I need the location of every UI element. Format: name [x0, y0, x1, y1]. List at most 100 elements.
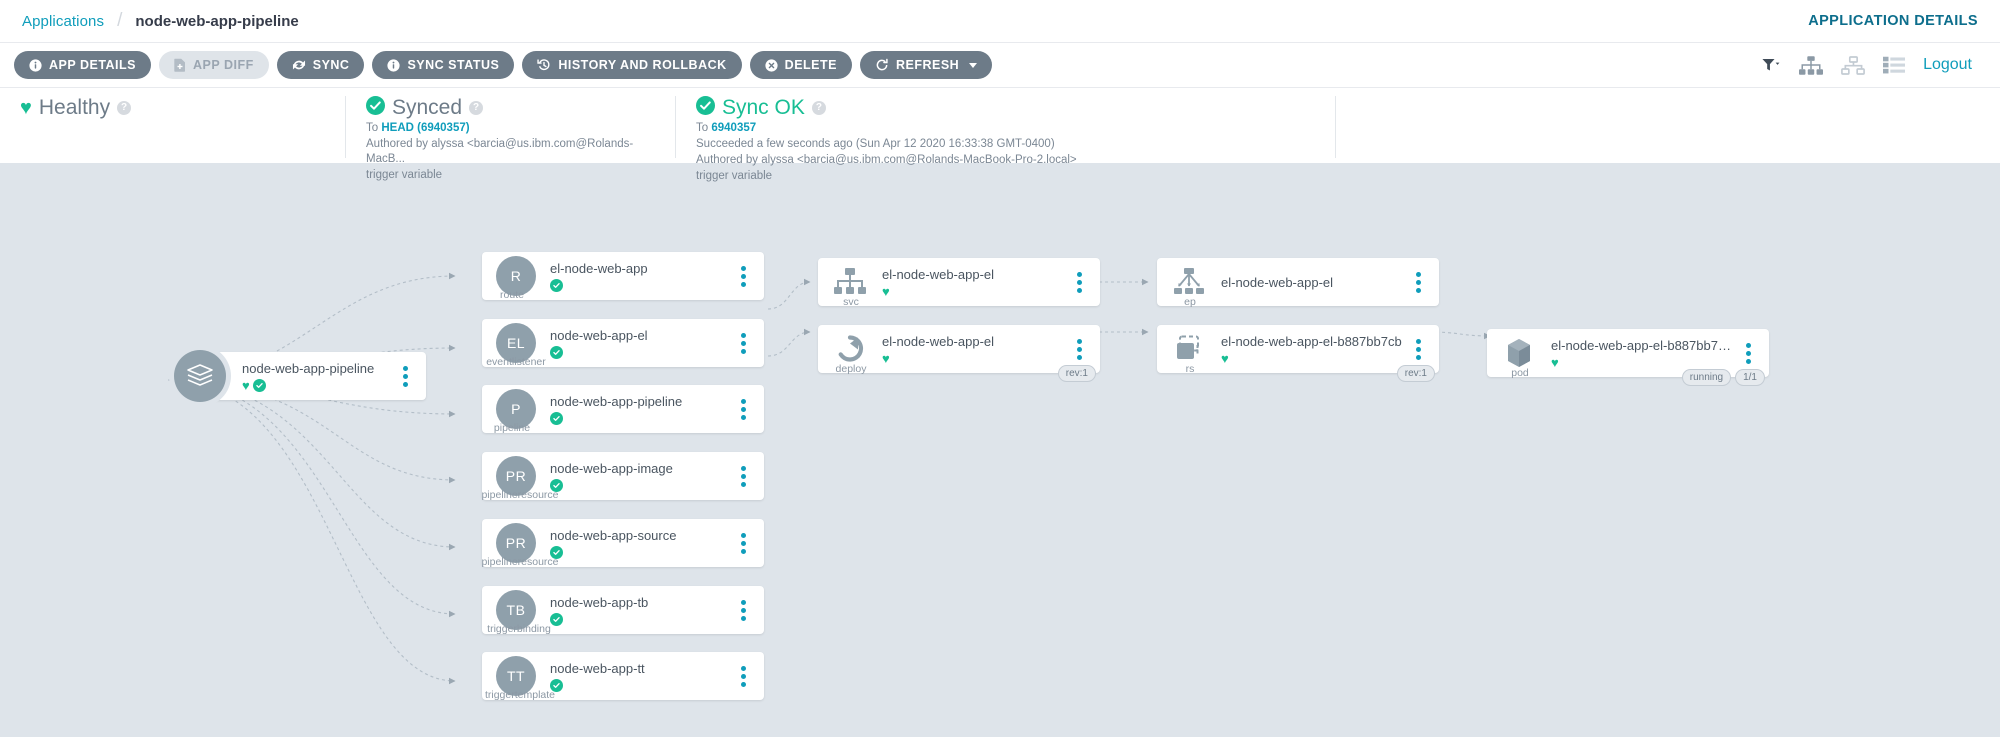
operation-help-icon[interactable]: ? [811, 101, 826, 115]
sync-button[interactable]: SYNC [276, 51, 365, 79]
resource-menu-button[interactable] [1407, 271, 1429, 293]
resource-name: node-web-app-el [550, 327, 648, 343]
revision-pill: rev:1 [1396, 365, 1435, 382]
breadcrumb-applications-link[interactable]: Applications [22, 13, 104, 30]
health-status-cell: ♥ Healthy ? [0, 96, 345, 158]
resource-node-pipeline[interactable]: P pipeline node-web-app-pipeline [482, 385, 764, 434]
sync-button-label: SYNC [312, 58, 350, 72]
sync-help-icon[interactable]: ? [469, 101, 484, 115]
resource-menu-button[interactable] [1407, 338, 1429, 360]
resource-menu-button[interactable] [732, 532, 754, 554]
list-view-icon[interactable] [1883, 56, 1906, 74]
resource-menu-button[interactable] [1737, 342, 1759, 364]
delete-icon [765, 58, 778, 72]
refresh-button-label: REFRESH [895, 58, 960, 72]
action-toolbar: APP DETAILS APP DIFF SYNC SYNC STATUS HI… [0, 43, 2000, 88]
app-diff-button-label: APP DIFF [193, 58, 254, 72]
app-node-menu-button[interactable] [394, 365, 416, 387]
resource-name: el-node-web-app-el-b887bb7cb... [1551, 337, 1737, 353]
info-icon [29, 58, 42, 72]
application-details-link[interactable]: APPLICATION DETAILS [1808, 13, 1978, 29]
resource-node-route[interactable]: R route el-node-web-app [482, 252, 764, 301]
refresh-icon [875, 58, 889, 72]
resource-initials: PR [505, 468, 527, 484]
resource-name: el-node-web-app-el [1221, 274, 1334, 290]
heart-icon: ♥ [1221, 350, 1229, 366]
resource-name: node-web-app-source [550, 527, 677, 543]
resource-kind-label: pod [1511, 367, 1529, 379]
app-stack-icon [174, 350, 226, 402]
app-details-button[interactable]: APP DETAILS [14, 51, 151, 79]
resource-kind-label: triggerbinding [487, 623, 551, 635]
sync-revision-line: To HEAD (6940357) [366, 121, 655, 136]
network-view-icon[interactable] [1841, 55, 1865, 75]
sync-status-button[interactable]: SYNC STATUS [372, 51, 515, 79]
heart-icon: ♥ [242, 377, 250, 393]
resource-node-deployment[interactable]: deploy el-node-web-app-el ♥ rev:1 [818, 325, 1100, 382]
resource-menu-button[interactable] [732, 465, 754, 487]
heart-icon: ♥ [20, 97, 32, 119]
resource-name: el-node-web-app-el-b887bb7cb [1221, 333, 1402, 349]
operation-revision-line: To 6940357 [696, 121, 1315, 136]
resource-menu-button[interactable] [732, 599, 754, 621]
resource-node-pod[interactable]: pod el-node-web-app-el-b887bb7cb... ♥ ru… [1487, 329, 1769, 386]
sync-status-button-label: SYNC STATUS [407, 58, 500, 72]
resource-node-endpoint[interactable]: ep el-node-web-app-el [1157, 258, 1439, 308]
pod-phase-pill: running [1681, 369, 1732, 386]
sync-revision[interactable]: HEAD (6940357) [381, 122, 469, 134]
pod-ready-pill: 1/1 [1735, 369, 1765, 386]
resource-menu-button[interactable] [732, 665, 754, 687]
sync-to-prefix: To [366, 122, 379, 134]
resource-menu-button[interactable] [1068, 338, 1090, 360]
status-strip: ♥ Healthy ? Synced ? To HEAD (6940357) A… [0, 88, 2000, 182]
resource-node-triggerbinding[interactable]: TB triggerbinding node-web-app-tb [482, 586, 764, 635]
resource-kind-label: deploy [835, 363, 867, 375]
check-circle-icon [550, 278, 563, 292]
app-node[interactable]: node-web-app-pipeline ♥ [174, 350, 426, 402]
logout-link[interactable]: Logout [1923, 56, 1972, 74]
resource-kind-label: route [500, 289, 524, 301]
refresh-button[interactable]: REFRESH [859, 51, 993, 79]
resource-initials: P [511, 401, 521, 417]
check-circle-icon [252, 378, 266, 392]
heart-icon: ♥ [882, 283, 890, 299]
resource-kind-label: svc [843, 296, 859, 308]
sync-status-cell: Synced ? To HEAD (6940357) Authored by a… [345, 96, 675, 181]
resource-name: el-node-web-app-el [882, 266, 995, 282]
resource-node-triggertemplate[interactable]: TT triggertemplate node-web-app-tt [482, 652, 764, 701]
resource-menu-button[interactable] [732, 398, 754, 420]
resource-kind-label: pipelineresource [481, 489, 559, 501]
resource-menu-button[interactable] [1068, 271, 1090, 293]
resource-node-pipelineresource-image[interactable]: PR pipelineresource node-web-app-image [481, 452, 764, 501]
resource-name: node-web-app-pipeline [550, 393, 683, 409]
resource-menu-button[interactable] [732, 265, 754, 287]
resource-node-replicaset[interactable]: rs el-node-web-app-el-b887bb7cb ♥ rev:1 [1157, 325, 1439, 382]
resource-graph-canvas[interactable]: node-web-app-pipeline ♥ R route el-node-… [0, 164, 2000, 737]
delete-button[interactable]: DELETE [749, 51, 852, 79]
history-and-rollback-button-label: HISTORY AND ROLLBACK [558, 58, 727, 72]
info-icon [387, 58, 401, 72]
operation-revision[interactable]: 6940357 [711, 122, 756, 134]
resource-kind-label: eventlistener [486, 356, 546, 368]
resource-name: node-web-app-tt [550, 660, 645, 676]
heart-icon: ♥ [1551, 354, 1559, 370]
heart-icon: ♥ [882, 350, 890, 366]
resource-kind-label: triggertemplate [484, 689, 556, 701]
breadcrumb-current: node-web-app-pipeline [135, 12, 299, 30]
app-diff-button[interactable]: APP DIFF [159, 51, 269, 79]
health-help-icon[interactable]: ? [117, 101, 132, 115]
resource-node-eventlistener[interactable]: EL eventlistener node-web-app-el [482, 319, 764, 368]
operation-to-prefix: To [696, 122, 709, 134]
resource-menu-button[interactable] [732, 332, 754, 354]
operation-message: trigger variable [696, 170, 773, 182]
tree-view-icon[interactable] [1799, 55, 1824, 75]
revision-pill: rev:1 [1057, 365, 1096, 382]
history-and-rollback-button[interactable]: HISTORY AND ROLLBACK [522, 51, 742, 79]
check-circle-icon [366, 96, 385, 120]
filter-icon[interactable] [1762, 57, 1781, 73]
resource-initials: EL [506, 335, 526, 351]
sync-author: Authored by alyssa <barcia@us.ibm.com@Ro… [366, 138, 634, 165]
resource-node-service[interactable]: svc el-node-web-app-el ♥ [818, 258, 1100, 308]
resource-kind-label: ep [1184, 296, 1196, 308]
resource-node-pipelineresource-source[interactable]: PR pipelineresource node-web-app-source [481, 519, 764, 568]
